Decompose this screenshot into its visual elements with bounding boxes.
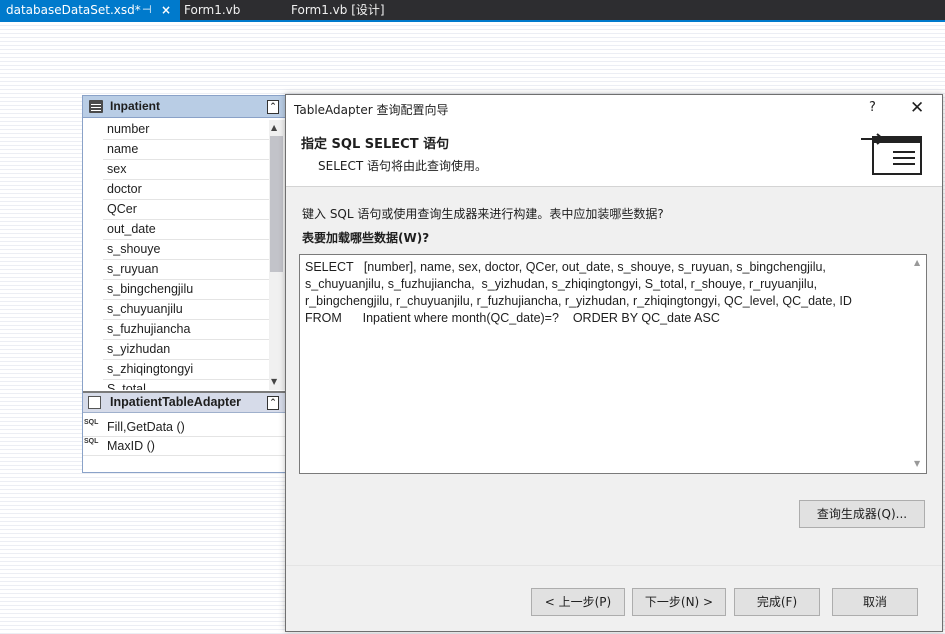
scroll-up-icon[interactable]: ▲	[271, 123, 277, 132]
tab-label: databaseDataSet.xsd*	[6, 3, 141, 17]
datatable-icon	[89, 100, 103, 113]
sql-prompt-label: 表要加载哪些数据(W)?	[302, 231, 430, 245]
tab-form1-vb[interactable]: Form1.vb	[178, 0, 278, 20]
tab-form1-design[interactable]: Form1.vb [设计]	[285, 0, 395, 20]
help-icon[interactable]: ?	[869, 100, 876, 115]
sql-statement-icon	[861, 133, 922, 175]
column-row[interactable]: out_date	[103, 220, 269, 240]
sql-text: SELECT [number], name, sex, doctor, QCer…	[305, 259, 905, 327]
column-row[interactable]: s_bingchengjilu	[103, 280, 269, 300]
sql-line: FROM Inpatient where month(QC_date)=? OR…	[305, 311, 720, 325]
column-row[interactable]: doctor	[103, 180, 269, 200]
next-button[interactable]: 下一步(N) >	[632, 588, 726, 616]
column-row[interactable]: QCer	[103, 200, 269, 220]
sql-line: s_chuyuanjilu, s_fuzhujiancha, s_yizhuda…	[305, 277, 818, 291]
column-row[interactable]: name	[103, 140, 269, 160]
column-row[interactable]: s_yizhudan	[103, 340, 269, 360]
column-row[interactable]: s_chuyuanjilu	[103, 300, 269, 320]
sql-query-icon: SQL	[84, 419, 99, 426]
tab-label: Form1.vb	[184, 3, 241, 17]
query-builder-button[interactable]: 查询生成器(Q)...	[799, 500, 925, 528]
query-method-row[interactable]: SQL MaxID ()	[83, 437, 287, 456]
sql-statement-textarea[interactable]: SELECT [number], name, sex, doctor, QCer…	[299, 254, 927, 474]
wizard-step-subheading: SELECT 语句将由此查询使用。	[318, 159, 487, 173]
pin-icon[interactable]: ⊣	[142, 0, 152, 20]
tableadapter-icon	[88, 396, 101, 409]
scroll-up-icon[interactable]: ▲	[914, 258, 920, 267]
tab-dataset-xsd[interactable]: databaseDataSet.xsd* ⊣ ×	[0, 0, 180, 20]
tableadapter-title: InpatientTableAdapter	[110, 395, 242, 409]
tableadapter-query-wizard-dialog: TableAdapter 查询配置向导 ? ✕ 指定 SQL SELECT 语句…	[285, 94, 943, 632]
sql-textarea-scrollbar[interactable]: ▲ ▼	[910, 255, 926, 473]
collapse-icon[interactable]: ⌃	[267, 100, 279, 114]
datatable-inpatient[interactable]: Inpatient ⌃ number name sex doctor QCer …	[82, 95, 288, 473]
scrollbar-thumb[interactable]	[270, 136, 283, 272]
sql-query-icon: SQL	[84, 438, 99, 445]
back-button[interactable]: < 上一步(P)	[531, 588, 625, 616]
column-row[interactable]: S_total	[103, 380, 269, 390]
tableadapter-header[interactable]: InpatientTableAdapter ⌃	[83, 391, 287, 413]
column-row[interactable]: sex	[103, 160, 269, 180]
method-label: MaxID ()	[107, 439, 155, 453]
sql-line: SELECT [number], name, sex, doctor, QCer…	[305, 260, 826, 274]
close-tab-icon[interactable]: ×	[161, 0, 171, 20]
collapse-icon[interactable]: ⌃	[267, 396, 279, 410]
scroll-down-icon[interactable]: ▼	[271, 377, 277, 386]
dialog-titlebar[interactable]: TableAdapter 查询配置向导 ? ✕	[286, 95, 942, 124]
close-icon[interactable]: ✕	[910, 98, 924, 118]
divider	[286, 565, 942, 566]
tab-label: Form1.vb [设计]	[291, 3, 385, 17]
method-label: Fill,GetData ()	[107, 420, 185, 434]
column-list-scrollbar[interactable]: ▲ ▼	[269, 120, 285, 390]
document-tab-strip: databaseDataSet.xsd* ⊣ × Form1.vb Form1.…	[0, 0, 945, 22]
wizard-step-heading: 指定 SQL SELECT 语句	[301, 137, 450, 152]
column-list: number name sex doctor QCer out_date s_s…	[103, 120, 269, 390]
column-row[interactable]: s_fuzhujiancha	[103, 320, 269, 340]
dialog-title: TableAdapter 查询配置向导	[294, 103, 449, 117]
sql-line: r_bingchengjilu, r_chuyuanjilu, r_fuzhuj…	[305, 294, 852, 308]
scroll-down-icon[interactable]: ▼	[914, 459, 920, 468]
wizard-banner: 指定 SQL SELECT 语句 SELECT 语句将由此查询使用。	[286, 124, 942, 187]
datatable-header[interactable]: Inpatient ⌃	[83, 96, 287, 118]
instruction-text: 键入 SQL 语句或使用查询生成器来进行构建。表中应加装哪些数据?	[302, 207, 664, 221]
cancel-button[interactable]: 取消	[832, 588, 918, 616]
datatable-title: Inpatient	[110, 99, 160, 113]
column-row[interactable]: s_shouye	[103, 240, 269, 260]
finish-button[interactable]: 完成(F)	[734, 588, 820, 616]
column-row[interactable]: number	[103, 120, 269, 140]
column-row[interactable]: s_ruyuan	[103, 260, 269, 280]
column-row[interactable]: s_zhiqingtongyi	[103, 360, 269, 380]
query-method-row[interactable]: SQL Fill,GetData ()	[83, 418, 287, 437]
